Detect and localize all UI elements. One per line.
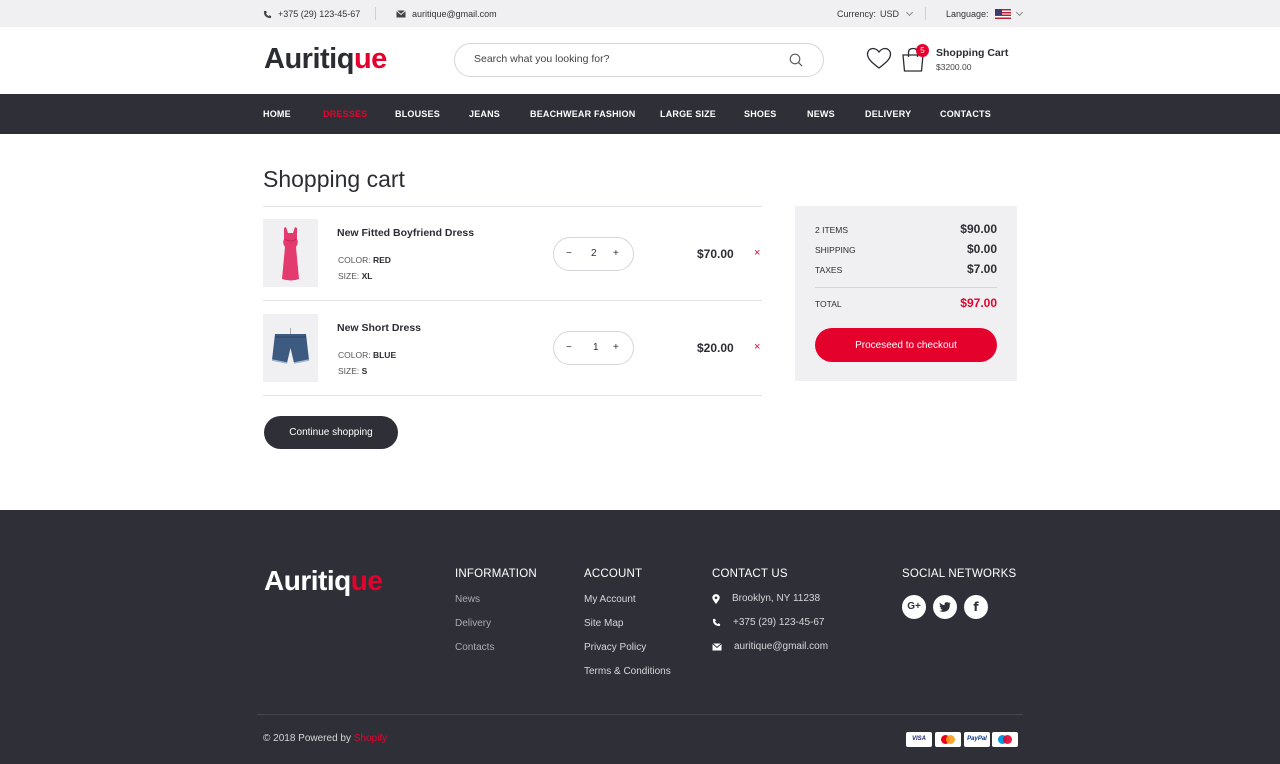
footer-link-site-map[interactable]: Site Map (584, 618, 623, 629)
topbar-phone[interactable]: +375 (29) 123-45-67 (263, 9, 360, 19)
nav-news[interactable]: NEWS (807, 109, 835, 119)
total-value: $97.00 (960, 296, 997, 310)
footer-link-privacy-policy[interactable]: Privacy Policy (584, 642, 646, 653)
heart-icon[interactable] (866, 47, 892, 71)
shipping-label: SHIPPING (815, 245, 856, 255)
cart-row: New Short Dress COLOR: BLUE SIZE: S − 1 … (263, 301, 762, 396)
minus-icon[interactable]: − (566, 248, 572, 259)
topbar-email[interactable]: auritique@gmail.com (396, 9, 497, 19)
quantity-value[interactable]: 2 (591, 248, 597, 259)
quantity-value[interactable]: 1 (593, 342, 599, 353)
continue-shopping-button[interactable]: Continue shopping (264, 416, 398, 449)
order-summary: 2 ITEMS $90.00 SHIPPING $0.00 TAXES $7.0… (795, 206, 1017, 381)
divider (257, 714, 1023, 715)
items-value: $90.00 (960, 222, 997, 236)
checkout-button[interactable]: Proceseed to checkout (815, 328, 997, 362)
search-input[interactable] (474, 53, 774, 65)
footer-logo[interactable]: Auritique (264, 565, 383, 597)
mail-icon (712, 642, 722, 650)
social-heading: SOCIAL NETWORKS (902, 568, 1017, 580)
quantity-stepper: − 1 + (553, 331, 634, 365)
location-pin-icon (712, 593, 720, 604)
phone-icon (263, 10, 272, 18)
product-image[interactable] (263, 314, 318, 382)
footer: Auritique INFORMATION News Delivery Cont… (0, 510, 1280, 764)
contact-address: Brooklyn, NY 11238 (712, 593, 820, 604)
mastercard-icon: mastercard (935, 732, 961, 747)
product-size: SIZE: S (338, 366, 368, 376)
product-price: $20.00 (697, 341, 734, 355)
cart-count-badge: 5 (916, 44, 929, 57)
divider (815, 287, 997, 288)
search-icon[interactable] (789, 53, 803, 67)
us-flag-icon (994, 9, 1011, 19)
footer-link-contacts[interactable]: Contacts (455, 642, 494, 653)
nav-beachwear-fashion[interactable]: BEACHWEAR FASHION (530, 109, 635, 119)
footer-link-news[interactable]: News (455, 594, 480, 605)
taxes-label: TAXES (815, 265, 843, 275)
chevron-down-icon (1015, 8, 1023, 17)
remove-icon[interactable]: × (754, 341, 760, 353)
footer-link-delivery[interactable]: Delivery (455, 618, 491, 629)
nav-blouses[interactable]: BLOUSES (395, 109, 440, 119)
contact-heading: CONTACT US (712, 568, 788, 580)
shipping-value: $0.00 (966, 242, 997, 256)
paypal-icon: PayPal (964, 732, 990, 747)
search-box (454, 43, 824, 77)
product-name[interactable]: New Short Dress (337, 322, 421, 334)
information-heading: INFORMATION (455, 568, 537, 580)
facebook-icon[interactable]: f (964, 595, 988, 619)
plus-icon[interactable]: + (613, 342, 619, 353)
language-selector[interactable]: Language: (946, 8, 1023, 19)
nav-contacts[interactable]: CONTACTS (940, 109, 991, 119)
product-color: COLOR: RED (338, 255, 391, 265)
twitter-icon[interactable] (933, 595, 957, 619)
product-color: COLOR: BLUE (338, 350, 397, 360)
nav-dresses[interactable]: DRESSES (323, 109, 367, 119)
minus-icon[interactable]: − (566, 342, 572, 353)
topbar-divider (925, 7, 926, 20)
copyright: © 2018 Powered by Shopify (263, 733, 388, 744)
cart-link[interactable]: Shopping Cart (936, 47, 1008, 59)
top-bar: +375 (29) 123-45-67 auritique@gmail.com … (0, 0, 1280, 27)
product-image[interactable] (263, 219, 318, 287)
contact-phone[interactable]: +375 (29) 123-45-67 (712, 617, 824, 628)
main-nav: HOME DRESSES BLOUSES JEANS BEACHWEAR FAS… (0, 94, 1280, 134)
plus-icon[interactable]: + (613, 248, 619, 259)
phone-icon (712, 618, 721, 627)
contact-email[interactable]: auritique@gmail.com (712, 641, 828, 652)
account-heading: ACCOUNT (584, 568, 643, 580)
taxes-value: $7.00 (966, 262, 997, 276)
divider (263, 395, 762, 396)
logo[interactable]: Auritique (264, 43, 387, 76)
nav-home[interactable]: HOME (263, 109, 291, 119)
product-name[interactable]: New Fitted Boyfriend Dress (337, 227, 474, 239)
google-plus-icon[interactable]: G+ (902, 595, 926, 619)
footer-link-terms[interactable]: Terms & Conditions (584, 666, 671, 677)
visa-icon: VISA (906, 732, 932, 747)
product-size: SIZE: XL (338, 271, 373, 281)
red-dress-image (282, 227, 299, 281)
nav-jeans[interactable]: JEANS (469, 109, 500, 119)
denim-shorts-image (271, 328, 310, 364)
cart-row: New Fitted Boyfriend Dress COLOR: RED SI… (263, 206, 762, 301)
items-label: 2 ITEMS (815, 225, 849, 235)
remove-icon[interactable]: × (754, 247, 760, 259)
nav-shoes[interactable]: SHOES (744, 109, 777, 119)
maestro-icon: maestro (992, 732, 1018, 747)
page-title: Shopping cart (263, 166, 405, 192)
total-label: TOTAL (815, 299, 842, 309)
topbar-divider (375, 7, 376, 20)
shopify-link[interactable]: Shopify (354, 733, 387, 744)
header: Auritique 5 Shopping Cart $3200.00 (0, 27, 1280, 94)
mail-icon (396, 10, 406, 18)
quantity-stepper: − 2 + (553, 237, 634, 271)
cart-total: $3200.00 (936, 62, 972, 72)
currency-selector[interactable]: Currency: USD (837, 8, 914, 19)
nav-large-size[interactable]: LARGE SIZE (660, 109, 716, 119)
chevron-down-icon (905, 8, 914, 17)
product-price: $70.00 (697, 247, 734, 261)
nav-delivery[interactable]: DELIVERY (865, 109, 911, 119)
footer-link-my-account[interactable]: My Account (584, 594, 636, 605)
